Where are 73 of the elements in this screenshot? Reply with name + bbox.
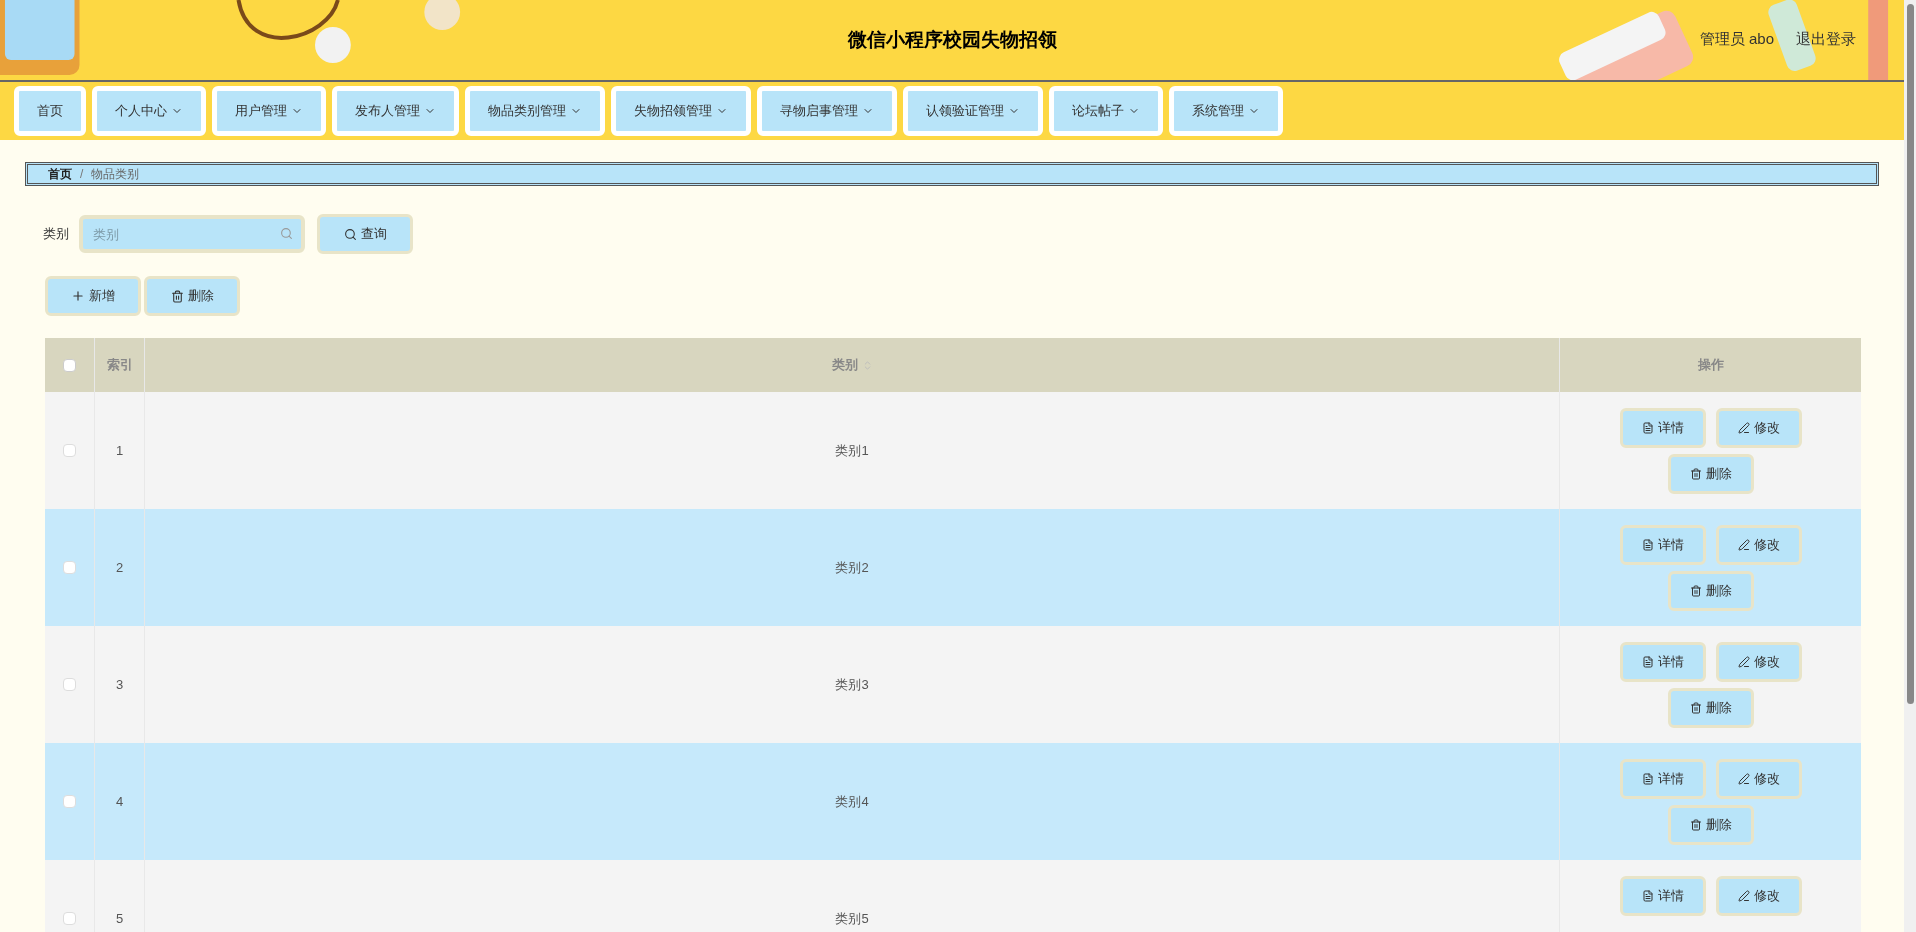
column-header: 类别 (831, 356, 858, 375)
delete-button[interactable]: 删除 (1667, 804, 1754, 845)
breadcrumb-separator: / (80, 166, 84, 183)
document-icon (1641, 889, 1654, 902)
pen-icon (1737, 538, 1750, 551)
pen-icon (1737, 889, 1750, 902)
table-cell-text: 类别3 (835, 675, 869, 694)
delete-button[interactable]: 删除 (144, 276, 240, 316)
table-cell-text: 2 (115, 558, 124, 577)
table-cell-text: 类别5 (835, 909, 869, 928)
table-cell-text: 类别1 (835, 441, 869, 460)
pen-icon (1737, 655, 1750, 668)
trash-icon (170, 289, 184, 303)
nav-item[interactable]: 寻物启事管理 (757, 86, 897, 136)
table-cell-text: 4 (115, 792, 124, 811)
trash-icon (1689, 701, 1702, 714)
add-button[interactable]: 新增 (45, 276, 141, 316)
breadcrumb-item[interactable]: 物品类别 (91, 165, 140, 183)
edit-button[interactable]: 修改 (1715, 641, 1802, 682)
search-icon (280, 227, 293, 240)
detail-button[interactable]: 详情 (1619, 407, 1706, 448)
nav-item[interactable]: 系统管理 (1169, 86, 1283, 136)
pen-icon (1737, 772, 1750, 785)
user-label: 管理员 abo (1699, 29, 1774, 49)
delete-button[interactable]: 删除 (1667, 453, 1754, 494)
nav-item[interactable]: 论坛帖子 (1049, 86, 1163, 136)
delete-button[interactable]: 删除 (1667, 687, 1754, 728)
plus-icon (71, 289, 85, 303)
pen-icon (1737, 421, 1750, 434)
search-field[interactable]: 类别 (79, 215, 305, 253)
row-checkbox[interactable] (63, 561, 76, 574)
select-all-checkbox[interactable] (63, 358, 76, 372)
column-header: 索引 (106, 356, 133, 375)
nav-item[interactable]: 物品类别管理 (465, 86, 605, 136)
logout-link[interactable]: 退出登录 (1796, 28, 1856, 51)
column-header: 操作 (1697, 356, 1724, 375)
table-cell-text: 类别4 (835, 792, 869, 811)
nav-item[interactable]: 个人中心 (92, 86, 206, 136)
nav-item[interactable]: 用户管理 (212, 86, 326, 136)
document-icon (1641, 538, 1654, 551)
detail-button[interactable]: 详情 (1619, 524, 1706, 565)
row-checkbox[interactable] (63, 795, 76, 808)
scrollbar[interactable] (1904, 0, 1916, 932)
nav-item[interactable]: 发布人管理 (332, 86, 459, 136)
document-icon (1641, 655, 1654, 668)
edit-button[interactable]: 修改 (1715, 407, 1802, 448)
nav-item[interactable]: 首页 (14, 86, 86, 136)
trash-icon (1689, 584, 1702, 597)
row-checkbox[interactable] (63, 678, 76, 691)
document-icon (1641, 421, 1654, 434)
detail-button[interactable]: 详情 (1619, 758, 1706, 799)
edit-button[interactable]: 修改 (1715, 758, 1802, 799)
trash-icon (1689, 467, 1702, 480)
table-cell-text: 3 (115, 675, 124, 694)
trash-icon (1689, 818, 1702, 831)
detail-button[interactable]: 详情 (1619, 875, 1706, 916)
row-checkbox[interactable] (63, 912, 76, 925)
delete-button[interactable]: 删除 (1667, 570, 1754, 611)
table-cell-text: 5 (115, 909, 124, 928)
query-button[interactable]: 查询 (317, 214, 413, 254)
search-icon (343, 227, 357, 241)
breadcrumb-item[interactable]: 首页 (48, 165, 72, 183)
document-icon (1641, 772, 1654, 785)
edit-button[interactable]: 修改 (1715, 524, 1802, 565)
table-cell-text: 1 (115, 441, 124, 460)
table-cell-text: 类别2 (835, 558, 869, 577)
nav-item[interactable]: 失物招领管理 (611, 86, 751, 136)
nav-item[interactable]: 认领验证管理 (903, 86, 1043, 136)
edit-button[interactable]: 修改 (1715, 875, 1802, 916)
row-checkbox[interactable] (63, 444, 76, 457)
detail-button[interactable]: 详情 (1619, 641, 1706, 682)
search-label: 类别 (43, 225, 69, 244)
app-title: 微信小程序校园失物招领 (847, 27, 1057, 52)
